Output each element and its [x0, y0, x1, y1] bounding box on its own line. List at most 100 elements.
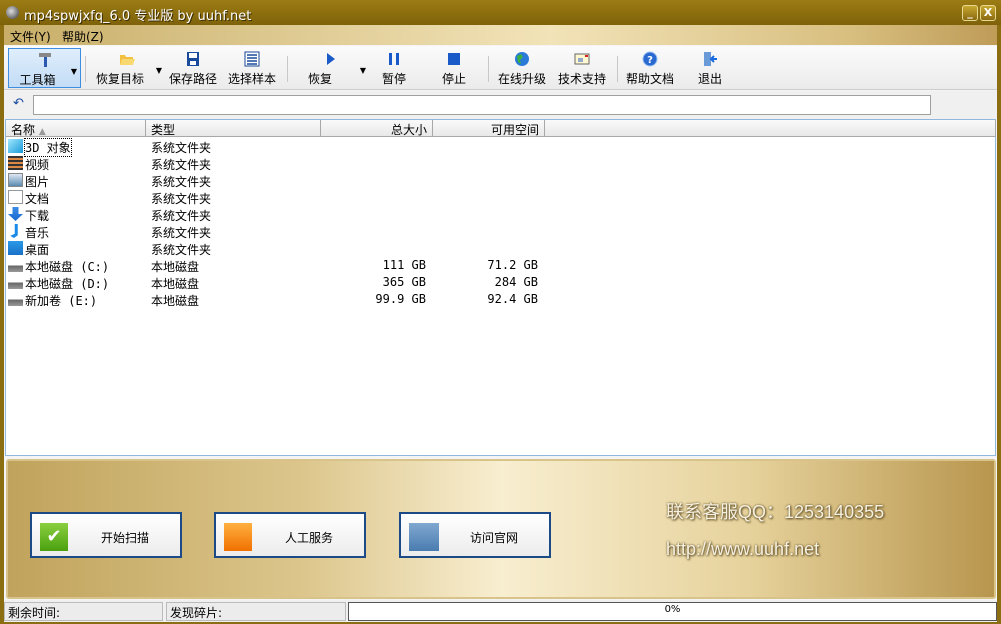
row-name: 下载 [25, 209, 50, 223]
drive-icon [8, 275, 23, 289]
row-type: 系统文件夹 [151, 226, 212, 240]
row-type: 系统文件夹 [151, 243, 212, 257]
list-row[interactable]: 音乐 系统文件夹 [6, 223, 996, 240]
list-row[interactable]: 新加卷 (E:) 本地磁盘 99.9 GB 92.4 GB [6, 291, 996, 308]
list-row[interactable]: 文档 系统文件夹 [6, 189, 996, 206]
column-header-filler [545, 120, 996, 137]
row-name: 本地磁盘 (D:) [25, 277, 110, 291]
restore-target-button[interactable]: 恢复目标 ▼ [92, 48, 162, 88]
manual-service-button[interactable]: 人工服务 [214, 512, 366, 558]
mail-icon [574, 53, 590, 65]
row-name: 本地磁盘 (C:) [25, 260, 110, 274]
download-icon [8, 207, 23, 221]
restore-target-dropdown-icon[interactable]: ▼ [156, 66, 162, 75]
separator [617, 56, 618, 82]
menu-bar: 文件(Y) 帮助(Z) [4, 25, 997, 45]
column-header-free[interactable]: 可用空间 [433, 120, 545, 137]
row-name: 3D 对象 [24, 138, 72, 157]
progress-text: 0% [664, 604, 681, 615]
row-name: 视频 [25, 158, 50, 172]
list-row[interactable]: 图片 系统文件夹 [6, 172, 996, 189]
progress-bar: 0% [348, 602, 997, 621]
row-free: 92.4 GB [487, 292, 538, 306]
row-type: 本地磁盘 [151, 277, 200, 291]
sort-ascending-icon: ▲ [38, 127, 46, 137]
separator [488, 56, 489, 82]
path-input[interactable] [33, 95, 931, 115]
list-row[interactable]: 3D 对象 系统文件夹 [6, 138, 996, 157]
fragments-found: 发现碎片: [166, 602, 346, 621]
action-panel: ✔ 开始扫描 人工服务 访问官网 联系客服QQ：1253140355 http:… [6, 459, 996, 599]
menu-file[interactable]: 文件(Y) [10, 28, 51, 45]
list-row[interactable]: 下载 系统文件夹 [6, 206, 996, 223]
online-upgrade-button[interactable]: 在线升级 [496, 48, 548, 88]
row-type: 系统文件夹 [151, 209, 212, 223]
document-icon [8, 190, 23, 204]
row-type: 系统文件夹 [151, 192, 212, 206]
list-row[interactable]: 本地磁盘 (D:) 本地磁盘 365 GB 284 GB [6, 274, 996, 291]
column-header-type[interactable]: 类型 [146, 120, 321, 137]
contact-qq: 联系客服QQ：1253140355 [666, 502, 885, 522]
stop-icon [448, 53, 460, 65]
picture-icon [8, 173, 23, 187]
row-size: 111 GB [382, 258, 426, 272]
tech-support-button[interactable]: 技术支持 [556, 48, 608, 88]
toolbox-dropdown-icon[interactable]: ▼ [71, 67, 77, 76]
column-header-name[interactable]: 名称 ▲ [6, 120, 146, 137]
row-name: 音乐 [25, 226, 50, 240]
row-size: 365 GB [382, 275, 426, 289]
website-url[interactable]: http://www.uuhf.net [666, 539, 819, 560]
start-scan-button[interactable]: ✔ 开始扫描 [30, 512, 182, 558]
minimize-button[interactable]: _ [962, 5, 978, 21]
play-icon [327, 53, 335, 65]
row-name: 桌面 [25, 243, 50, 257]
separator [85, 56, 86, 82]
row-name: 文档 [25, 192, 50, 206]
window-title: mp4spwjxfq_6.0 专业版 by uuhf.net [24, 9, 252, 24]
visit-website-button[interactable]: 访问官网 [399, 512, 551, 558]
list-icon [244, 51, 260, 67]
menu-help[interactable]: 帮助(Z) [62, 28, 104, 45]
music-icon [10, 224, 18, 238]
list-row[interactable]: 桌面 系统文件夹 [6, 240, 996, 257]
stop-button[interactable]: 停止 [430, 48, 478, 88]
list-row[interactable]: 视频 系统文件夹 [6, 155, 996, 172]
folder-open-icon [120, 55, 135, 65]
app-icon [6, 6, 19, 19]
row-name: 图片 [25, 175, 50, 189]
exit-icon [704, 52, 717, 66]
globe-icon [515, 52, 529, 66]
svg-text:?: ? [647, 55, 653, 66]
pause-icon [389, 53, 399, 65]
remaining-time: 剩余时间: [4, 602, 163, 621]
toolbox-button[interactable]: 工具箱 ▼ [8, 48, 81, 88]
row-type: 系统文件夹 [151, 141, 212, 155]
pause-button[interactable]: 暂停 [370, 48, 418, 88]
drive-icon [8, 258, 23, 272]
hammer-icon [38, 53, 51, 67]
separator [287, 56, 288, 82]
restore-button[interactable]: 恢复 ▼ [296, 48, 366, 88]
3d-objects-icon [8, 139, 23, 153]
row-type: 系统文件夹 [151, 175, 212, 189]
column-header-size[interactable]: 总大小 [321, 120, 433, 137]
row-name: 新加卷 (E:) [25, 294, 98, 308]
file-list: 名称 ▲ 类型 总大小 可用空间 3D 对象 系统文件夹 视频 系统文件夹 图片… [5, 119, 996, 456]
exit-button[interactable]: 退出 [688, 48, 732, 88]
row-type: 系统文件夹 [151, 158, 212, 172]
toolbar: 工具箱 ▼ 恢复目标 ▼ 保存路径 选择样本 恢复 ▼ 暂停 停止 在线升级 技… [4, 46, 997, 90]
drive-icon [8, 292, 23, 306]
help-docs-button[interactable]: ? 帮助文档 [624, 48, 676, 88]
save-path-button[interactable]: 保存路径 [167, 48, 219, 88]
row-type: 本地磁盘 [151, 260, 200, 274]
video-icon [8, 156, 23, 170]
row-free: 284 GB [494, 275, 538, 289]
row-type: 本地磁盘 [151, 294, 200, 308]
restore-dropdown-icon[interactable]: ▼ [360, 66, 366, 75]
list-row[interactable]: 本地磁盘 (C:) 本地磁盘 111 GB 71.2 GB [6, 257, 996, 274]
back-icon[interactable]: ↶ [13, 96, 24, 111]
save-icon [187, 52, 199, 66]
close-button[interactable]: X [980, 5, 996, 21]
select-sample-button[interactable]: 选择样本 [226, 48, 278, 88]
row-free: 71.2 GB [487, 258, 538, 272]
